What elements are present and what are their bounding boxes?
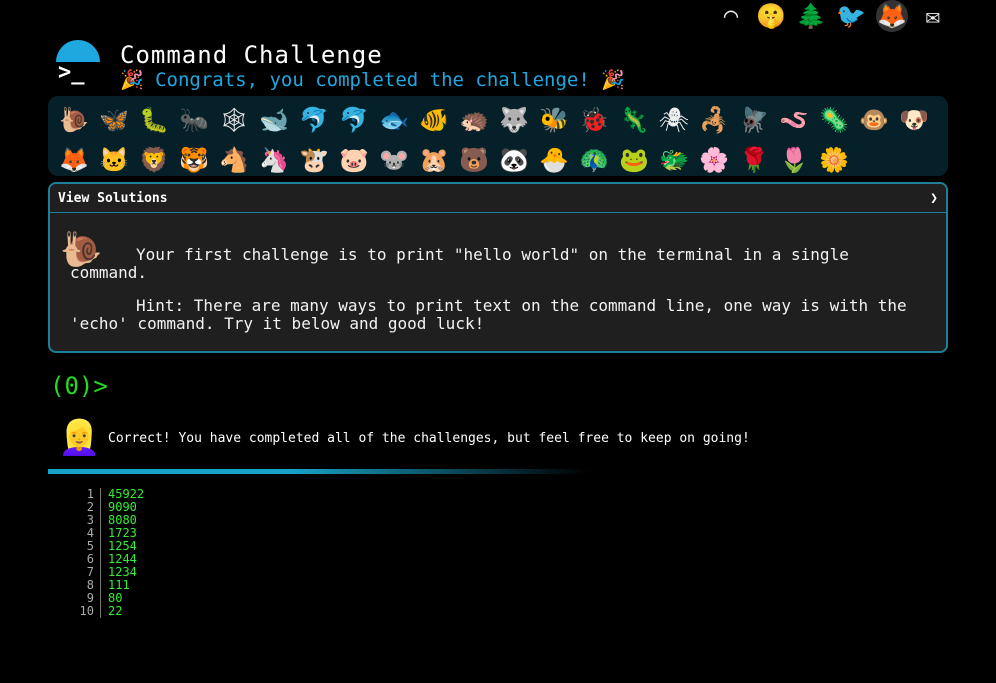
challenge-icon[interactable]: 🐟 [374, 100, 414, 140]
shush-emoji-icon[interactable]: 🤫 [756, 1, 786, 31]
challenge-icon[interactable]: 🦁 [134, 140, 174, 180]
challenge-icon[interactable]: 🐭 [374, 140, 414, 180]
hint-text: Hint: There are many ways to print text … [70, 296, 907, 333]
view-solutions-toggle[interactable]: View Solutions ❯ [50, 184, 946, 213]
line-number: 4 [70, 527, 101, 540]
line-number: 5 [70, 540, 101, 553]
challenge-icon[interactable]: 🐷 [334, 140, 374, 180]
challenge-icon[interactable]: 🐝 [534, 100, 574, 140]
challenge-icon[interactable]: 🪱 [774, 100, 814, 140]
challenge-icon[interactable]: 🐼 [494, 140, 534, 180]
challenge-icon[interactable]: 🐌 [54, 100, 94, 140]
challenge-icon[interactable]: 🐻 [454, 140, 494, 180]
page-header: >_ Command Challenge 🎉 Congrats, you com… [56, 40, 625, 91]
line-number: 7 [70, 566, 101, 579]
challenge-icon[interactable]: 🦋 [94, 100, 134, 140]
challenge-icon[interactable]: 🐲 [654, 140, 694, 180]
challenge-icon[interactable]: 🐵 [854, 100, 894, 140]
line-number: 6 [70, 553, 101, 566]
challenge-icon[interactable]: 🌸 [694, 140, 734, 180]
challenge-icon[interactable]: 🌹 [734, 140, 774, 180]
challenge-icon[interactable]: 🐹 [414, 140, 454, 180]
challenge-icon[interactable]: 🦠 [814, 100, 854, 140]
mail-icon[interactable]: ✉ [918, 1, 948, 31]
terminal-icon[interactable]: ◠ [716, 1, 746, 31]
progress-divider [48, 469, 588, 474]
line-number: 3 [70, 514, 101, 527]
command-challenge-logo[interactable]: >_ [56, 40, 100, 85]
challenge-description: Your first challenge is to print "hello … [70, 246, 926, 348]
result-message: 👱‍♀️ Correct! You have completed all of … [58, 418, 750, 458]
challenge-icon[interactable]: 🐱 [94, 140, 134, 180]
view-solutions-label: View Solutions [58, 190, 168, 206]
result-text: Correct! You have completed all of the c… [108, 430, 750, 446]
line-number: 8 [70, 579, 101, 592]
challenge-icon[interactable]: 🌼 [814, 140, 854, 180]
line-number: 2 [70, 501, 101, 514]
challenge-icon[interactable]: 🐞 [574, 100, 614, 140]
gitlab-icon[interactable]: 🦊 [876, 0, 908, 32]
person-icon: 👱‍♀️ [58, 418, 101, 458]
challenge-progress-grid: 🐌 🦋 🐛 🐜 🕸 🐋 🐬 🐬 🐟 🐠 🦔 🐺 🐝 🐞 🦎 🕷 🦂 🪰 🪱 🦠 🐵 🐶 🦊 🐱 🦁 🐯 🐴 🦄 🐮 🐷 🐭 🐹 🐻 🐼 🐣 🦚 🐸 🐲 🌸 🌹… [48, 96, 948, 176]
challenge-icon[interactable]: 🐮 [294, 140, 334, 180]
list-item: 10 22 [70, 605, 144, 618]
challenge-icon[interactable]: 🦊 [54, 140, 94, 180]
twitter-icon[interactable]: 🐦 [836, 1, 866, 31]
line-number: 10 [70, 605, 101, 618]
challenge-icon[interactable]: 🕷 [654, 100, 694, 140]
challenge-icon[interactable]: 🐬 [294, 100, 334, 140]
challenge-icon[interactable]: 🐋 [254, 100, 294, 140]
terminal-prompt[interactable]: (0)> [50, 372, 108, 400]
challenge-icon[interactable]: 🐶 [894, 100, 934, 140]
challenge-icon[interactable]: 🐺 [494, 100, 534, 140]
challenge-icon[interactable]: 🐣 [534, 140, 574, 180]
tree-icon[interactable]: 🌲 [796, 1, 826, 31]
challenge-icon[interactable]: 🐠 [414, 100, 454, 140]
score-list: 1 45922 2 9090 3 8080 4 1723 5 1254 6 1244 7 1234 8 111… [70, 488, 144, 618]
line-number: 1 [70, 488, 101, 501]
challenge-text: Your first challenge is to print "hello … [70, 245, 849, 282]
challenge-panel: View Solutions ❯ 🐌 Your first challenge … [48, 182, 948, 353]
challenge-icon[interactable]: 🦔 [454, 100, 494, 140]
challenge-icon[interactable]: 🐛 [134, 100, 174, 140]
challenge-icon[interactable]: 🦂 [694, 100, 734, 140]
challenge-icon[interactable]: 🐴 [214, 140, 254, 180]
challenge-icon[interactable]: 🐜 [174, 100, 214, 140]
top-icon-bar: ◠ 🤫 🌲 🐦 🦊 ✉ [716, 0, 948, 32]
challenge-icon[interactable]: 🐬 [334, 100, 374, 140]
line-value: 22 [108, 604, 123, 618]
challenge-icon[interactable]: 🐸 [614, 140, 654, 180]
chevron-right-icon: ❯ [930, 190, 938, 206]
page-title: Command Challenge [120, 41, 383, 69]
challenge-icon[interactable]: 🐯 [174, 140, 214, 180]
challenge-icon[interactable]: 🪰 [734, 100, 774, 140]
challenge-icon[interactable]: 🕸 [214, 100, 254, 140]
challenge-icon[interactable]: 🦚 [574, 140, 614, 180]
challenge-icon[interactable]: 🌷 [774, 140, 814, 180]
congrats-subtitle: 🎉 Congrats, you completed the challenge!… [120, 69, 625, 91]
challenge-icon[interactable]: 🦎 [614, 100, 654, 140]
challenge-icon[interactable]: 🦄 [254, 140, 294, 180]
